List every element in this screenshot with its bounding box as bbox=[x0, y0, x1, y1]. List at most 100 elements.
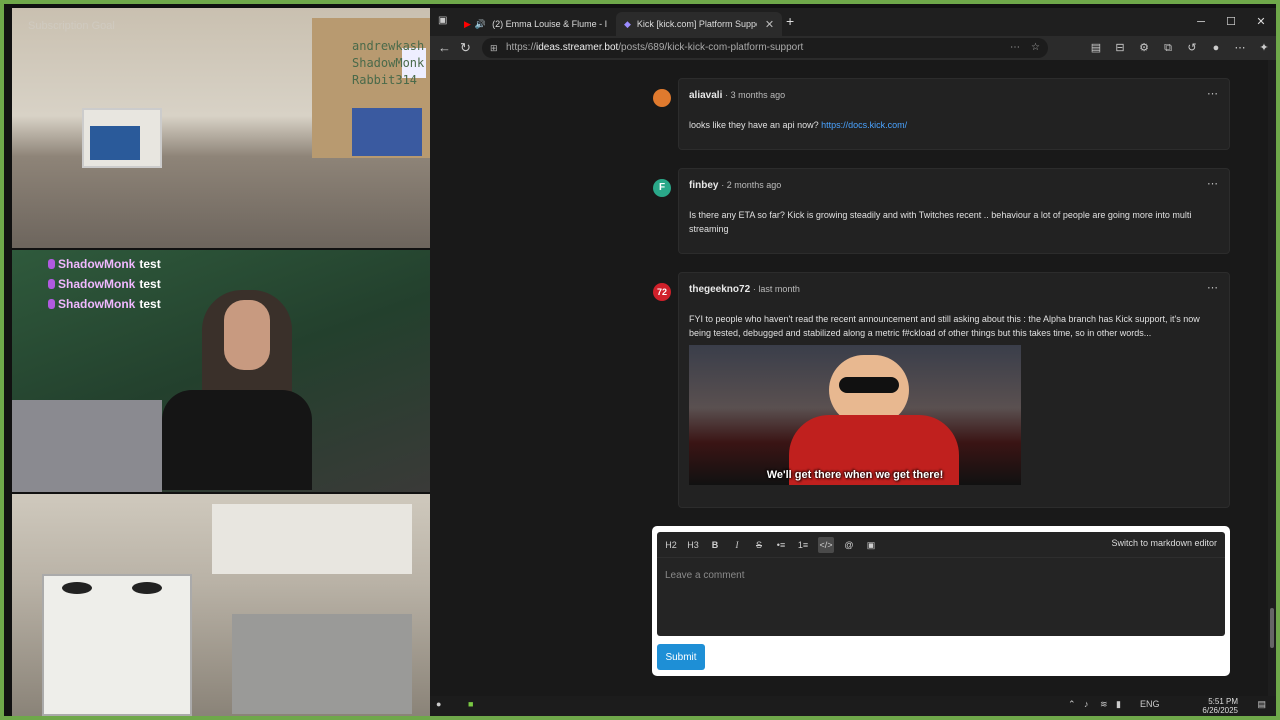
comment-input[interactable]: Leave a comment bbox=[665, 570, 745, 581]
split-screen-icon[interactable]: ▤ bbox=[1084, 36, 1108, 60]
comment-editor: H2 H3 B I S •≡ 1≡ </> @ ▣ Switch to mark… bbox=[652, 526, 1230, 676]
volume-icon[interactable]: ♪ bbox=[1084, 699, 1089, 709]
mention-icon[interactable]: @ bbox=[841, 537, 857, 553]
url-field[interactable]: ⊞ https://ideas.streamer.bot/posts/689/k… bbox=[482, 38, 1048, 58]
avatar[interactable]: F bbox=[653, 179, 671, 197]
tray-expand-icon[interactable]: ⌃ bbox=[1068, 699, 1076, 710]
recent-supporters: andrewkash ShadowMonk Rabbit314 bbox=[352, 38, 424, 89]
heading3-icon[interactable]: H3 bbox=[685, 537, 701, 553]
comment-body: looks like they have an api now? https:/… bbox=[689, 118, 1215, 132]
strikethrough-icon[interactable]: S bbox=[751, 537, 767, 553]
language-indicator[interactable]: ENG bbox=[1140, 699, 1160, 709]
badge-icon bbox=[48, 259, 55, 269]
back-icon[interactable]: ← bbox=[438, 36, 451, 60]
avatar[interactable] bbox=[653, 89, 671, 107]
scrollbar[interactable] bbox=[1268, 60, 1276, 696]
more-options-icon[interactable]: ⋯ bbox=[1207, 281, 1219, 294]
system-clock[interactable]: 5:51 PM 6/26/2025 bbox=[1202, 697, 1238, 715]
app-icon[interactable]: ● bbox=[436, 699, 441, 709]
bullet-list-icon[interactable]: •≡ bbox=[773, 537, 789, 553]
camera-hallway: Subscription Goal andrewkash ShadowMonk … bbox=[12, 8, 432, 248]
chat-text: test bbox=[139, 257, 161, 271]
avatar-letter: 72 bbox=[656, 287, 667, 297]
editor-toolbar: H2 H3 B I S •≡ 1≡ </> @ ▣ Switch to mark… bbox=[657, 532, 1225, 558]
new-tab-icon[interactable]: + bbox=[786, 13, 794, 29]
comment-author[interactable]: thegeekno72 bbox=[689, 284, 750, 295]
profile-icon[interactable]: ● bbox=[1204, 36, 1228, 60]
avatar-letter: F bbox=[658, 182, 666, 193]
comment-card: 72 thegeekno72 · last month ⋯ FYI to peo… bbox=[653, 272, 1230, 508]
notifications-icon[interactable]: ▤ bbox=[1257, 699, 1266, 710]
favorite-icon[interactable]: ☆ bbox=[1031, 38, 1040, 58]
comment-body: Is there any ETA so far? Kick is growing… bbox=[689, 208, 1215, 236]
url-path: /posts/689/kick-kick-com-platform-suppor… bbox=[618, 42, 804, 53]
tab-label: (2) Emma Louise & Flume - I bbox=[492, 19, 608, 29]
tab-bar: ▣ ▶ 🔊 (2) Emma Louise & Flume - I ✕ ◆ Ki… bbox=[430, 8, 1276, 36]
chat-message: ShadowMonk test bbox=[48, 294, 161, 314]
browser-window: ▣ ▶ 🔊 (2) Emma Louise & Flume - I ✕ ◆ Ki… bbox=[430, 8, 1276, 696]
comment-time: · 2 months ago bbox=[721, 180, 782, 190]
comment-card: aliavali · 3 months ago ⋯ looks like the… bbox=[653, 78, 1230, 150]
camera-kitchen bbox=[12, 494, 432, 716]
numbered-list-icon[interactable]: 1≡ bbox=[795, 537, 811, 553]
speaker-icon[interactable]: 🔊 bbox=[475, 19, 486, 30]
close-tab-icon[interactable]: ✕ bbox=[765, 18, 774, 31]
avatar[interactable]: 72 bbox=[653, 283, 671, 301]
comment-time: · 3 months ago bbox=[725, 90, 786, 100]
gif-caption: We'll get there when we get there! bbox=[766, 469, 944, 481]
comment-gif[interactable]: We'll get there when we get there! bbox=[689, 345, 1021, 485]
extension-icon[interactable]: ⊟ bbox=[1108, 36, 1132, 60]
maximize-icon[interactable]: ☐ bbox=[1216, 8, 1246, 36]
comment-card: F finbey · 2 months ago ⋯ Is there any E… bbox=[653, 168, 1230, 254]
comment-author[interactable]: aliavali bbox=[689, 90, 722, 101]
tab-label: Kick [kick.com] Platform Support bbox=[636, 19, 757, 29]
switch-markdown-button[interactable]: Switch to markdown editor bbox=[1111, 538, 1217, 548]
close-window-icon[interactable]: ✕ bbox=[1246, 8, 1276, 36]
more-options-icon[interactable]: ⋯ bbox=[1207, 177, 1219, 190]
streamerbot-icon: ◆ bbox=[624, 18, 631, 29]
comment-time: · last month bbox=[752, 284, 800, 294]
comment-text: Is there any ETA so far? Kick is growing… bbox=[689, 210, 1192, 234]
minimize-icon[interactable]: ─ bbox=[1186, 8, 1216, 36]
url-domain: ideas.streamer.bot bbox=[536, 42, 619, 53]
code-icon[interactable]: </> bbox=[818, 537, 834, 553]
heading2-icon[interactable]: H2 bbox=[663, 537, 679, 553]
comment-header: finbey · 2 months ago bbox=[689, 180, 781, 191]
puzzle-icon[interactable]: ⚙ bbox=[1132, 36, 1156, 60]
tab-kick-support[interactable]: ◆ Kick [kick.com] Platform Support ✕ bbox=[616, 12, 783, 36]
menu-icon[interactable]: ⋯ bbox=[1228, 36, 1252, 60]
read-aloud-icon[interactable]: ⋯ bbox=[1010, 38, 1020, 58]
page-content: aliavali · 3 months ago ⋯ looks like the… bbox=[430, 60, 1276, 696]
collections-icon[interactable]: ⧉ bbox=[1156, 36, 1180, 60]
history-icon[interactable]: ↺ bbox=[1180, 36, 1204, 60]
chat-username: ShadowMonk bbox=[58, 257, 136, 271]
youtube-icon: ▶ bbox=[464, 18, 471, 29]
comment-author[interactable]: finbey bbox=[689, 180, 718, 191]
submit-button[interactable]: Submit bbox=[657, 644, 705, 670]
clock-date: 6/26/2025 bbox=[1202, 706, 1238, 715]
comment-text: looks like they have an api now? bbox=[689, 120, 822, 130]
nvidia-icon[interactable]: ■ bbox=[468, 699, 473, 709]
camera-streamer: ShadowMonk test ShadowMonk test ShadowMonk… bbox=[12, 250, 432, 492]
wifi-icon[interactable]: ≋ bbox=[1100, 699, 1108, 710]
badge-icon bbox=[48, 299, 55, 309]
chat-message: ShadowMonk test bbox=[48, 274, 161, 294]
tab-youtube[interactable]: ▶ 🔊 (2) Emma Louise & Flume - I ✕ bbox=[456, 12, 637, 36]
comment-link[interactable]: https://docs.kick.com/ bbox=[821, 120, 907, 130]
italic-icon[interactable]: I bbox=[729, 537, 745, 553]
mic-icon[interactable]: ▮ bbox=[1116, 699, 1121, 710]
comment-text: FYI to people who haven't read the recen… bbox=[689, 314, 1200, 338]
comment-header: aliavali · 3 months ago bbox=[689, 90, 785, 101]
refresh-icon[interactable]: ↻ bbox=[460, 36, 471, 60]
scrollbar-thumb[interactable] bbox=[1270, 608, 1274, 648]
copilot-icon[interactable]: ✦ bbox=[1252, 36, 1276, 60]
site-info-icon[interactable]: ⊞ bbox=[490, 38, 498, 58]
more-options-icon[interactable]: ⋯ bbox=[1207, 87, 1219, 100]
chat-username: ShadowMonk bbox=[58, 297, 136, 311]
bold-icon[interactable]: B bbox=[707, 537, 723, 553]
stream-frame: Subscription Goal andrewkash ShadowMonk … bbox=[4, 4, 1276, 716]
taskbar: ● ■ ⌃ ♪ ≋ ▮ ENG 5:51 PM 6/26/2025 ▤ bbox=[430, 696, 1276, 716]
image-icon[interactable]: ▣ bbox=[863, 537, 879, 553]
tab-actions-icon[interactable]: ▣ bbox=[438, 15, 447, 26]
clock-time: 5:51 PM bbox=[1208, 697, 1238, 706]
